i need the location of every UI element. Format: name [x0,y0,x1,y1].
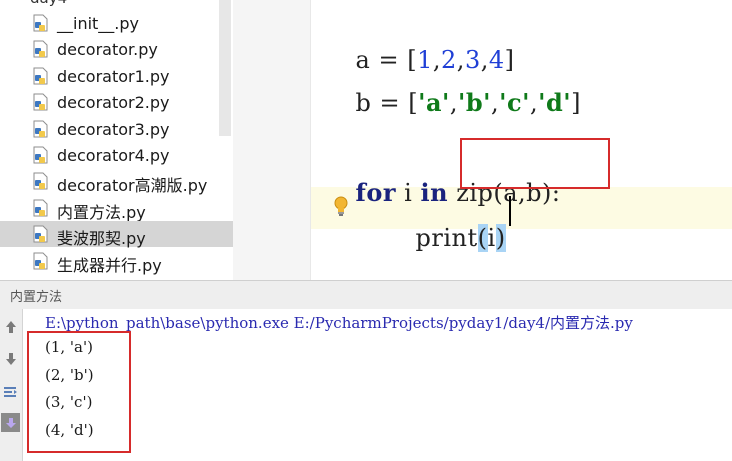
file-name-label: decorator2.py [57,93,170,113]
project-tree: day4 __init__.py decorator.py decorator1.p… [0,0,233,280]
python-file-icon [33,40,48,58]
python-file-icon [33,14,48,32]
run-tab-title[interactable]: 内置方法 [10,286,62,305]
python-file-icon [33,120,48,138]
text-caret [509,196,511,226]
down-arrow-icon[interactable] [1,349,20,368]
file-item[interactable]: 生成器并行.py [0,248,233,275]
file-item[interactable]: decorator高潮版.py [0,168,233,196]
file-name-label: decorator3.py [57,119,170,139]
file-name-label: decorator4.py [57,146,170,165]
token-var-b: b [355,89,372,117]
token-string: 'c' [499,88,530,117]
file-item[interactable]: decorator4.py [0,142,233,168]
python-file-icon [33,225,48,243]
token-eq: = [379,89,401,117]
token-bracket: [ [408,89,419,117]
file-item[interactable]: decorator3.py [0,116,233,142]
token-bracket: ] [571,89,581,117]
python-file-icon [33,252,48,270]
token-print: print [415,224,478,252]
token-string: 'b' [458,88,492,117]
console-command-line: E:\python_path\base\python.exe E:/Pychar… [45,314,633,332]
file-item[interactable]: 内置方法.py [0,195,233,222]
python-file-icon [33,146,48,164]
python-file-icon [33,199,48,217]
python-file-icon [33,93,48,111]
token-string: 'a' [418,88,450,117]
scroll-to-end-icon[interactable] [1,413,20,432]
file-item[interactable]: decorator.py [0,36,233,62]
lightbulb-icon[interactable] [333,196,349,218]
python-file-icon [33,172,48,190]
file-name-label: decorator.py [57,40,158,60]
file-name-label: 生成器并行.py [57,255,162,275]
file-item[interactable]: decorator1.py [0,63,233,89]
file-item[interactable]: __init__.py [0,10,233,36]
file-name-label: 斐波那契.py [57,229,146,249]
file-item[interactable]: decorator2.py [0,89,233,115]
file-name-label: 内置方法.py [57,202,146,222]
run-toolbar [0,309,23,461]
file-name-label: __init__.py [57,14,140,33]
editor-gutter [233,0,311,280]
token-paren-matched: ( [477,224,488,252]
up-arrow-icon[interactable] [1,317,20,336]
token-var-i: i [487,224,496,252]
token-paren-matched: ) [495,224,506,252]
run-tool-window-header: 内置方法 [0,280,732,310]
file-name-label: decorator1.py [57,66,170,86]
code-line-b: b = ['a','b','c','d'] [355,88,581,117]
output-annotation-box [27,331,131,453]
folder-label-partial[interactable]: day4 [30,0,67,7]
file-name-label: decorator高潮版.py [57,176,208,196]
tree-scrollbar[interactable] [219,0,231,136]
soft-wrap-icon[interactable] [1,382,20,401]
token-string: 'd' [538,88,572,117]
python-file-icon [33,67,48,85]
code-line-print: print(i) [383,196,506,280]
file-item[interactable]: 斐波那契.py [0,221,233,249]
zip-annotation-box [460,138,610,189]
